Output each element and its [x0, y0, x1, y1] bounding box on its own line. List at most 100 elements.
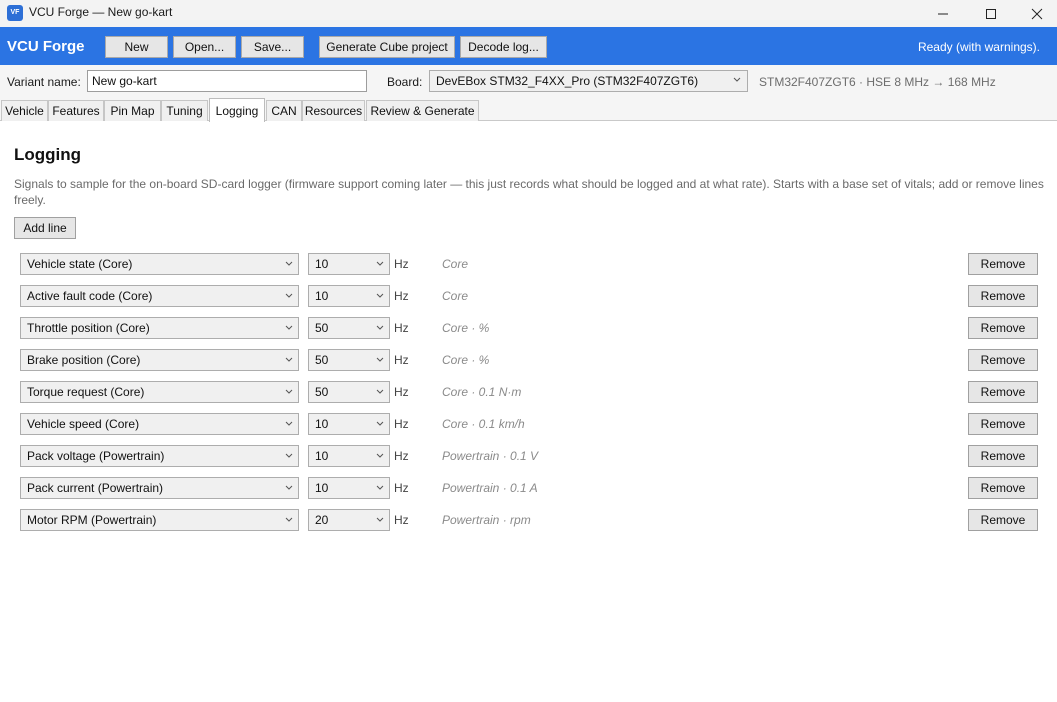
log-line-row: Active fault code (Core) 10 Hz Core Remove	[0, 285, 1057, 307]
add-line-button[interactable]: Add line	[14, 217, 76, 239]
decode-log-button[interactable]: Decode log...	[460, 36, 547, 58]
rate-select[interactable]: 50	[308, 381, 390, 403]
board-label: Board:	[387, 75, 423, 89]
rate-select-value: 10	[315, 289, 329, 303]
chevron-down-icon	[285, 453, 293, 458]
signal-meta: Core · %	[442, 353, 490, 367]
rate-unit-label: Hz	[394, 385, 409, 399]
signal-select-value: Torque request (Core)	[27, 385, 145, 399]
remove-button[interactable]: Remove	[968, 413, 1038, 435]
signal-meta: Powertrain · 0.1 A	[442, 481, 538, 495]
log-line-row: Vehicle speed (Core) 10 Hz Core · 0.1 km/h R…	[0, 413, 1057, 435]
signal-select[interactable]: Pack voltage (Powertrain)	[20, 445, 299, 467]
save-button[interactable]: Save...	[241, 36, 304, 58]
tab-can[interactable]: CAN	[266, 100, 302, 121]
rate-select-value: 50	[315, 353, 329, 367]
window-title: VCU Forge — New go-kart	[29, 5, 173, 19]
remove-button[interactable]: Remove	[968, 253, 1038, 275]
board-select[interactable]: DevEBox STM32_F4XX_Pro (STM32F407ZGT6)	[429, 70, 748, 92]
chevron-down-icon	[376, 517, 384, 522]
signal-select[interactable]: Active fault code (Core)	[20, 285, 299, 307]
signal-select-value: Vehicle speed (Core)	[27, 417, 140, 431]
remove-button[interactable]: Remove	[968, 477, 1038, 499]
signal-select[interactable]: Throttle position (Core)	[20, 317, 299, 339]
rate-select[interactable]: 10	[308, 445, 390, 467]
tab-resources[interactable]: Resources	[302, 100, 365, 121]
rate-select[interactable]: 10	[308, 253, 390, 275]
maximize-icon	[986, 8, 996, 19]
chevron-down-icon	[285, 261, 293, 266]
signal-select-value: Throttle position (Core)	[27, 321, 150, 335]
signal-select[interactable]: Brake position (Core)	[20, 349, 299, 371]
chevron-down-icon	[376, 293, 384, 298]
remove-button[interactable]: Remove	[968, 445, 1038, 467]
signal-select[interactable]: Pack current (Powertrain)	[20, 477, 299, 499]
remove-button[interactable]: Remove	[968, 349, 1038, 371]
chevron-down-icon	[285, 325, 293, 330]
tab-pin-map[interactable]: Pin Map	[104, 100, 161, 121]
remove-button[interactable]: Remove	[968, 285, 1038, 307]
rate-select[interactable]: 20	[308, 509, 390, 531]
rate-select[interactable]: 10	[308, 285, 390, 307]
chevron-down-icon	[376, 485, 384, 490]
remove-button[interactable]: Remove	[968, 381, 1038, 403]
open-button[interactable]: Open...	[173, 36, 236, 58]
signal-meta: Powertrain · rpm	[442, 513, 531, 527]
signal-meta: Core	[442, 289, 469, 303]
signal-select[interactable]: Torque request (Core)	[20, 381, 299, 403]
rate-select-value: 20	[315, 513, 329, 527]
rate-select-value: 50	[315, 321, 329, 335]
signal-select-value: Motor RPM (Powertrain)	[27, 513, 157, 527]
signal-select[interactable]: Vehicle speed (Core)	[20, 413, 299, 435]
rate-select[interactable]: 10	[308, 477, 390, 499]
chevron-down-icon	[376, 261, 384, 266]
chevron-down-icon	[285, 421, 293, 426]
status-text: Ready (with warnings).	[917, 40, 1040, 54]
variant-name-input[interactable]: New go-kart	[87, 70, 367, 92]
rate-select[interactable]: 50	[308, 349, 390, 371]
rate-select[interactable]: 10	[308, 413, 390, 435]
rate-select-value: 10	[315, 449, 329, 463]
log-line-row: Pack current (Powertrain) 10 Hz Powertrain …	[0, 477, 1057, 499]
rate-unit-label: Hz	[394, 513, 409, 527]
minimize-button[interactable]	[920, 0, 966, 27]
tab-logging[interactable]: Logging	[209, 98, 265, 122]
generate-cube-button[interactable]: Generate Cube project	[319, 36, 455, 58]
close-button[interactable]	[1014, 0, 1057, 27]
chevron-down-icon	[285, 389, 293, 394]
chevron-down-icon	[285, 293, 293, 298]
variant-row: Variant name: New go-kart Board: DevEBox…	[0, 65, 1057, 99]
remove-button[interactable]: Remove	[968, 317, 1038, 339]
variant-name-label: Variant name:	[7, 75, 81, 89]
signal-select-value: Active fault code (Core)	[27, 289, 153, 303]
signal-select-value: Vehicle state (Core)	[27, 257, 133, 271]
maximize-button[interactable]	[968, 0, 1014, 27]
toolbar: VCU Forge New Open... Save... Generate C…	[0, 27, 1057, 65]
rate-unit-label: Hz	[394, 449, 409, 463]
tab-features[interactable]: Features	[48, 100, 104, 121]
signal-meta: Core	[442, 257, 469, 271]
app-icon: VF	[7, 5, 23, 21]
log-line-row: Brake position (Core) 50 Hz Core · % Remove	[0, 349, 1057, 371]
title-bar: VF VCU Forge — New go-kart	[0, 0, 1057, 27]
new-button[interactable]: New	[105, 36, 168, 58]
signal-meta: Core · %	[442, 321, 490, 335]
board-info: STM32F407ZGT6 · HSE 8 MHz → 168 MHz	[759, 75, 996, 89]
rate-select[interactable]: 50	[308, 317, 390, 339]
rate-select-value: 10	[315, 417, 329, 431]
tab-review-generate[interactable]: Review & Generate	[366, 100, 479, 121]
signal-select[interactable]: Motor RPM (Powertrain)	[20, 509, 299, 531]
tab-tuning[interactable]: Tuning	[161, 100, 208, 121]
tab-vehicle[interactable]: Vehicle	[1, 100, 48, 121]
remove-button[interactable]: Remove	[968, 509, 1038, 531]
signal-select-value: Brake position (Core)	[27, 353, 141, 367]
chevron-down-icon	[733, 77, 741, 82]
tab-strip: Vehicle Features Pin Map Tuning Logging …	[0, 98, 1057, 122]
signal-select[interactable]: Vehicle state (Core)	[20, 253, 299, 275]
close-icon	[1031, 8, 1043, 19]
chevron-down-icon	[376, 389, 384, 394]
log-line-row: Torque request (Core) 50 Hz Core · 0.1 N·m R…	[0, 381, 1057, 403]
rate-unit-label: Hz	[394, 257, 409, 271]
chevron-down-icon	[376, 421, 384, 426]
chevron-down-icon	[376, 325, 384, 330]
